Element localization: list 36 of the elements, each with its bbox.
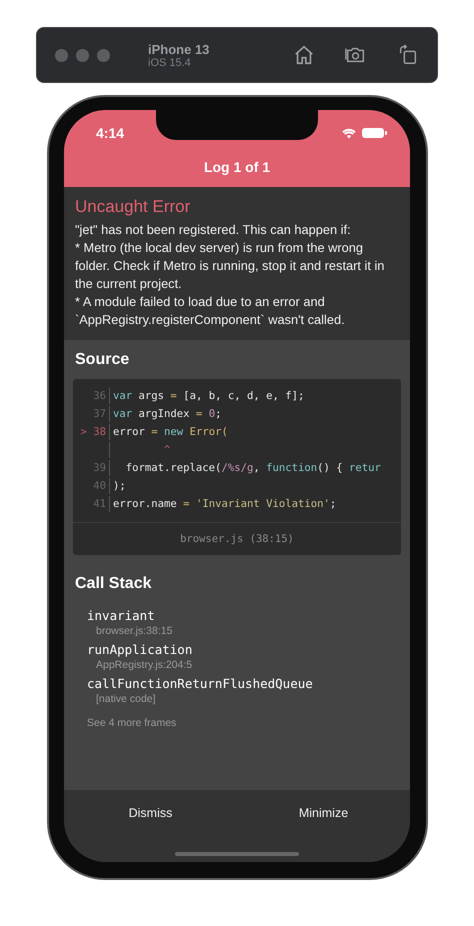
line-number: 41 bbox=[92, 498, 107, 510]
code-line: format.replace(/%s/g, function() { retur bbox=[124, 462, 381, 474]
code-line: var args = [a, b, c, d, e, f]; bbox=[113, 390, 304, 402]
section-title: Source bbox=[75, 351, 130, 369]
frame-location: browser.js:38:15 bbox=[96, 625, 174, 637]
minimize-button[interactable]: Minimize bbox=[237, 790, 410, 836]
frame-name[interactable]: callFunctionReturnFlushedQueue bbox=[87, 676, 399, 691]
status-time: 4:14 bbox=[96, 125, 126, 141]
section-title: Call Stack bbox=[75, 575, 152, 593]
error-message: * Metro (the local dev server) is run from the wrong folder. Check if Metro is running, stop it and restart it in the current project. bbox=[75, 239, 386, 293]
rotate-icon[interactable] bbox=[397, 44, 419, 66]
code-line: error = new Error( bbox=[113, 426, 228, 438]
frame-name[interactable]: invariant bbox=[87, 608, 399, 623]
frame-location: AppRegistry.js:204:5 bbox=[96, 659, 194, 671]
frame-name[interactable]: runApplication bbox=[87, 642, 399, 657]
line-number: 36 bbox=[92, 390, 107, 402]
line-number: 39 bbox=[92, 462, 107, 474]
error-message: * A module failed to load due to an error and `AppRegistry.registerComponent` wasn't called. bbox=[75, 293, 346, 329]
code-line: error.name = 'Invariant Violation'; bbox=[113, 498, 336, 510]
device-name: iPhone 13 bbox=[148, 42, 210, 56]
error-message: "jet" has not been registered. This can happen if: bbox=[75, 221, 352, 239]
os-version: iOS 15.4 bbox=[148, 56, 192, 68]
frame-location: [native code] bbox=[96, 693, 157, 705]
code-line: ^ bbox=[163, 444, 170, 456]
battery-icon bbox=[362, 127, 388, 139]
home-icon[interactable] bbox=[293, 44, 315, 66]
code-line: ); bbox=[113, 480, 126, 492]
log-title: Log 1 of 1 bbox=[202, 159, 272, 175]
wifi-icon bbox=[341, 127, 357, 139]
line-number: 37 bbox=[92, 408, 107, 420]
line-number: 40 bbox=[92, 480, 107, 492]
code-line: var argIndex = 0; bbox=[113, 408, 222, 420]
source-file[interactable]: browser.js (38:15) bbox=[180, 533, 294, 545]
line-number: > 38 bbox=[79, 426, 107, 438]
error-title: Uncaught Error bbox=[75, 197, 192, 217]
dismiss-button[interactable]: Dismiss bbox=[64, 790, 237, 836]
